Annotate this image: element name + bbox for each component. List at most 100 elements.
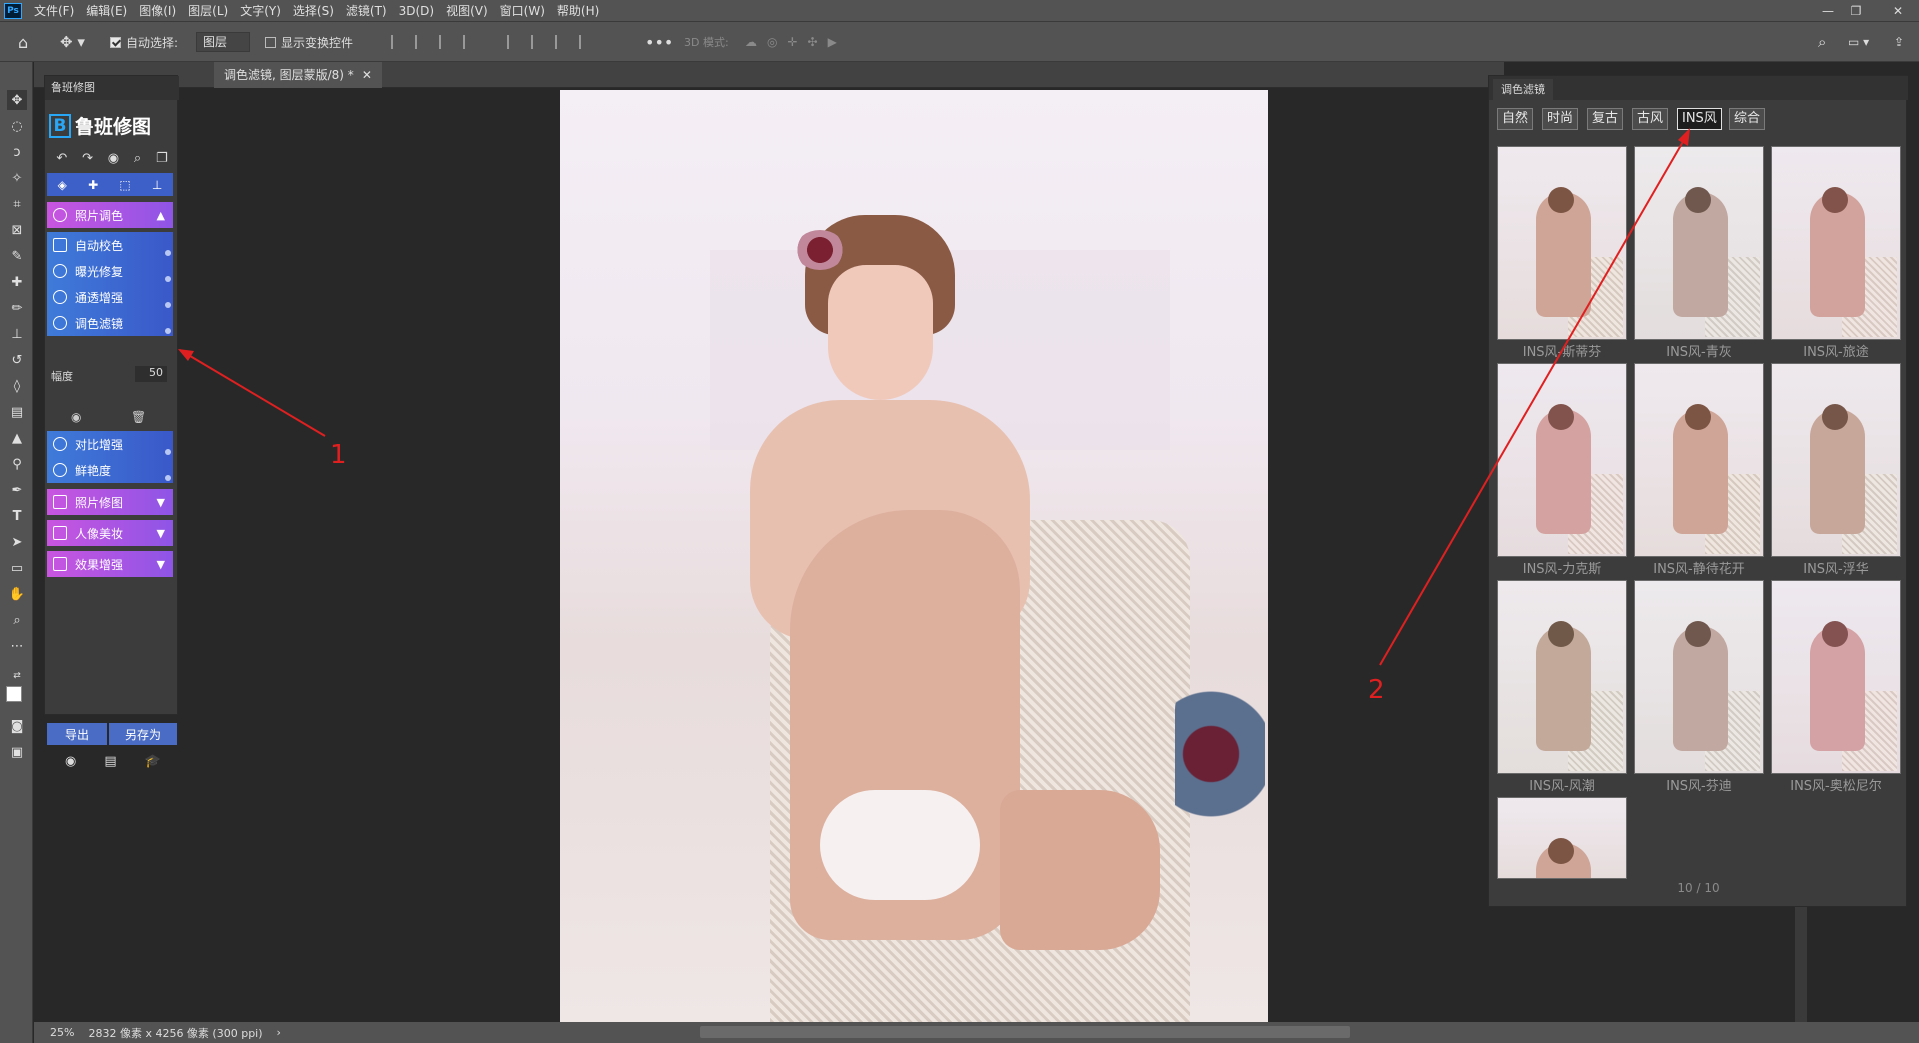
close-icon[interactable]: ✕ xyxy=(1885,0,1911,22)
align-left-icon[interactable] xyxy=(391,35,403,49)
quick-mask-icon[interactable]: ◙ xyxy=(7,716,27,736)
auto-select-dropdown[interactable]: 图层 xyxy=(196,32,250,52)
menu-select[interactable]: 选择(S) xyxy=(287,0,340,22)
filter-thumb[interactable] xyxy=(1634,580,1764,774)
filter-thumb[interactable] xyxy=(1771,580,1901,774)
compare-icon[interactable]: ❐ xyxy=(156,151,168,166)
filter-thumb[interactable] xyxy=(1497,580,1627,774)
category-mixed[interactable]: 综合 xyxy=(1729,108,1766,130)
menu-layer[interactable]: 图层(L) xyxy=(182,0,234,22)
menu-edit[interactable]: 编辑(E) xyxy=(80,0,133,22)
eraser-icon[interactable]: ◈ xyxy=(58,178,67,192)
document-photo[interactable] xyxy=(560,90,1268,1022)
clarity-button[interactable]: 通透增强 xyxy=(47,284,173,310)
healing-brush-icon[interactable]: ✚ xyxy=(7,272,27,292)
menu-3d[interactable]: 3D(D) xyxy=(393,0,440,22)
photo-retouch-button[interactable]: 照片修图 ▼ xyxy=(47,489,173,515)
zoom-tool-icon[interactable]: ⌕ xyxy=(7,610,27,630)
lasso-tool-icon[interactable]: ↄ xyxy=(7,142,27,162)
search-icon[interactable]: ⌕ xyxy=(1818,32,1826,52)
minimize-icon[interactable]: — xyxy=(1815,0,1841,22)
category-retro[interactable]: 复古 xyxy=(1587,108,1624,130)
eye-icon[interactable]: ◉ xyxy=(108,151,119,166)
color-filter-button[interactable]: 调色滤镜 xyxy=(47,310,173,336)
eyedropper-icon[interactable]: ✎ xyxy=(7,246,27,266)
bandage-icon[interactable]: ✚ xyxy=(88,178,98,192)
magic-wand-icon[interactable]: ✧ xyxy=(7,168,27,188)
slide-icon[interactable]: ✣ xyxy=(808,35,818,49)
horizontal-scrollbar[interactable] xyxy=(700,1026,1350,1038)
restore-icon[interactable]: ❐ xyxy=(1843,0,1869,22)
brush-tool-icon[interactable]: ✏ xyxy=(7,298,27,318)
more-tools-icon[interactable]: ⋯ xyxy=(7,636,27,656)
menu-filter[interactable]: 滤镜(T) xyxy=(340,0,393,22)
exposure-fix-button[interactable]: 曝光修复 xyxy=(47,258,173,284)
selection-icon[interactable]: ⬚ xyxy=(119,178,130,192)
filter-thumb[interactable] xyxy=(1771,363,1901,557)
screen-mode-icon[interactable]: ▣ xyxy=(7,742,27,762)
photo-grading-button[interactable]: 照片调色 ▲ xyxy=(47,202,173,228)
zoom-level[interactable]: 25% xyxy=(50,1026,74,1039)
orbit-icon[interactable]: ☁ xyxy=(745,35,757,49)
graduation-cap-icon[interactable]: 🎓 xyxy=(145,754,161,769)
export-button[interactable]: 导出 xyxy=(47,723,107,745)
filter-thumb[interactable] xyxy=(1634,146,1764,340)
frame-tool-icon[interactable]: ⊠ xyxy=(7,220,27,240)
distribute-icon[interactable] xyxy=(463,35,475,49)
roll-icon[interactable]: ◎ xyxy=(767,35,777,49)
align-top-icon[interactable] xyxy=(507,35,519,49)
menu-view[interactable]: 视图(V) xyxy=(440,0,494,22)
filter-thumb[interactable] xyxy=(1497,797,1627,879)
amount-value[interactable]: 50 xyxy=(135,366,167,382)
vibrance-button[interactable]: 鲜艳度 xyxy=(47,457,173,483)
marquee-tool-icon[interactable]: ◌ xyxy=(7,116,27,136)
rectangle-tool-icon[interactable]: ▭ xyxy=(7,558,27,578)
user-icon[interactable]: ◉ xyxy=(65,754,76,769)
show-transform-checkbox[interactable]: 显示变换控件 xyxy=(265,32,353,52)
type-tool-icon[interactable]: T xyxy=(7,506,27,526)
path-select-icon[interactable]: ➤ xyxy=(7,532,27,552)
foreground-color-swatch[interactable] xyxy=(6,686,22,702)
more-options-icon[interactable]: ••• xyxy=(645,32,673,52)
menu-type[interactable]: 文字(Y) xyxy=(234,0,287,22)
auto-select-checkbox[interactable]: 自动选择: xyxy=(110,32,178,52)
category-fashion[interactable]: 时尚 xyxy=(1542,108,1579,130)
filter-thumb[interactable] xyxy=(1497,363,1627,557)
swap-colors-icon[interactable]: ⇄ xyxy=(7,666,27,686)
menu-file[interactable]: 文件(F) xyxy=(28,0,80,22)
undo-icon[interactable]: ↶ xyxy=(56,151,67,166)
history-brush-icon[interactable]: ↺ xyxy=(7,350,27,370)
menu-image[interactable]: 图像(I) xyxy=(133,0,182,22)
trash-icon[interactable]: 🗑 xyxy=(131,410,146,424)
contrast-button[interactable]: 对比增强 xyxy=(47,431,173,457)
share-icon[interactable]: ⇪ xyxy=(1894,32,1904,52)
redo-icon[interactable]: ↷ xyxy=(82,151,93,166)
move-tool-icon[interactable]: ✥ xyxy=(7,90,27,110)
align-right-icon[interactable] xyxy=(439,35,451,49)
gradient-icon[interactable]: ▤ xyxy=(7,402,27,422)
close-tab-icon[interactable]: ✕ xyxy=(362,62,372,88)
align-bottom-icon[interactable] xyxy=(555,35,567,49)
visibility-eye-icon[interactable]: ◉ xyxy=(71,410,81,424)
pan-icon[interactable]: ✛ xyxy=(787,35,797,49)
save-as-button[interactable]: 另存为 xyxy=(109,723,177,745)
status-arrow-icon[interactable]: › xyxy=(277,1026,281,1039)
move-tool-icon[interactable]: ✥ ▾ xyxy=(60,32,85,52)
align-middle-icon[interactable] xyxy=(531,35,543,49)
blur-tool-icon[interactable]: ▲ xyxy=(7,428,27,448)
zoom-icon[interactable]: ⌕ xyxy=(134,151,141,166)
crop-tool-icon[interactable]: ⌗ xyxy=(7,194,27,214)
filter-panel-title[interactable]: 调色滤镜 xyxy=(1493,79,1553,100)
home-icon[interactable]: ⌂ xyxy=(18,32,28,52)
category-natural[interactable]: 自然 xyxy=(1497,108,1534,130)
effect-enhance-button[interactable]: 效果增强 ▼ xyxy=(47,551,173,577)
portrait-beauty-button[interactable]: 人像美妆 ▼ xyxy=(47,520,173,546)
workspace-icon[interactable]: ▭ ▾ xyxy=(1848,32,1869,52)
stamp-icon[interactable]: ⊥ xyxy=(152,178,162,192)
menu-help[interactable]: 帮助(H) xyxy=(551,0,605,22)
category-ins[interactable]: INS风 xyxy=(1677,108,1722,130)
camera-icon[interactable]: ▶ xyxy=(828,35,837,49)
menu-window[interactable]: 窗口(W) xyxy=(494,0,551,22)
document-tab[interactable]: 调色滤镜, 图层蒙版/8) * ✕ xyxy=(214,62,382,88)
message-icon[interactable]: ▤ xyxy=(104,754,116,769)
